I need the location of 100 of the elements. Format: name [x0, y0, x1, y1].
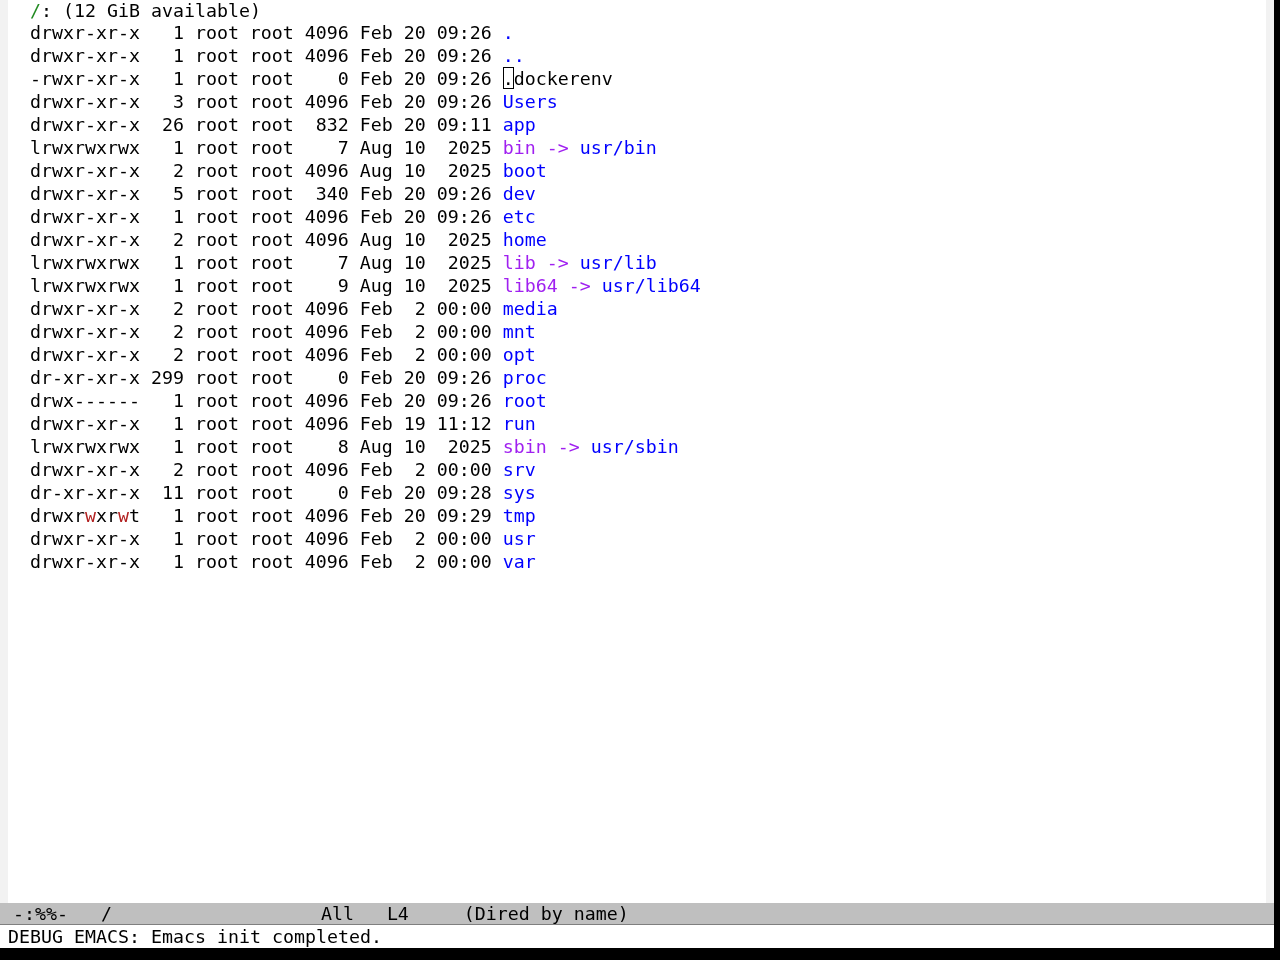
file-size: 4096	[304, 21, 349, 44]
file-size: 4096	[304, 90, 349, 113]
permissions-text: drwxr-xr-x	[30, 44, 140, 67]
directory-name[interactable]: var	[502, 550, 536, 573]
link-count: 2	[172, 320, 184, 343]
link-target[interactable]: usr/lib	[579, 251, 657, 274]
link-target[interactable]: usr/sbin	[590, 435, 679, 458]
file-size: 4096	[304, 320, 349, 343]
owner-name: root	[194, 412, 239, 435]
permissions-text: drwxr-xr-x	[30, 412, 140, 435]
link-count: 11	[161, 481, 184, 504]
permissions-text: lrwxrwxrwx	[30, 435, 140, 458]
mode-line-status: -:%%-	[13, 903, 68, 924]
link-arrow: ->	[546, 251, 569, 274]
modified-date: Feb 20 09:26	[359, 205, 492, 228]
owner-name: root	[194, 205, 239, 228]
group-name: root	[249, 527, 294, 550]
directory-name[interactable]: home	[502, 228, 547, 251]
owner-name: root	[194, 550, 239, 573]
directory-name[interactable]: root	[502, 389, 547, 412]
owner-name: root	[194, 458, 239, 481]
directory-name[interactable]: Users	[502, 90, 558, 113]
file-size: 4096	[304, 458, 349, 481]
symlink-name[interactable]: lib64	[502, 274, 558, 297]
modified-date: Feb 20 09:26	[359, 182, 492, 205]
directory-name[interactable]: sys	[502, 481, 536, 504]
buffer-name[interactable]: /	[100, 903, 112, 924]
owner-name: root	[194, 159, 239, 182]
group-name: root	[249, 90, 294, 113]
file-size: 4096	[304, 343, 349, 366]
directory-name[interactable]: .	[502, 21, 514, 44]
link-count: 26	[161, 113, 184, 136]
permissions-text: dr-xr-xr-x	[30, 366, 140, 389]
directory-name[interactable]: opt	[502, 343, 536, 366]
link-count: 1	[172, 44, 184, 67]
modified-date: Feb 2 00:00	[359, 458, 492, 481]
group-name: root	[249, 136, 294, 159]
directory-name[interactable]: run	[502, 412, 536, 435]
permissions-text: drwxr-xr-x	[30, 458, 140, 481]
file-size: 4096	[304, 159, 349, 182]
group-name: root	[249, 274, 294, 297]
group-name: root	[249, 182, 294, 205]
permissions-text: dr-xr-xr-x	[30, 481, 140, 504]
owner-name: root	[194, 67, 239, 90]
link-count: 1	[172, 389, 184, 412]
group-name: root	[249, 251, 294, 274]
permissions-text: lrwxrwxrwx	[30, 136, 140, 159]
link-count: 1	[172, 21, 184, 44]
file-size: 0	[337, 67, 349, 90]
directory-name[interactable]: app	[502, 113, 536, 136]
link-arrow: ->	[557, 435, 580, 458]
owner-name: root	[194, 21, 239, 44]
owner-name: root	[194, 481, 239, 504]
directory-name[interactable]: boot	[502, 159, 547, 182]
directory-name[interactable]: ..	[502, 44, 525, 67]
group-name: root	[249, 504, 294, 527]
file-size: 4096	[304, 504, 349, 527]
group-name: root	[249, 366, 294, 389]
owner-name: root	[194, 136, 239, 159]
mode-name[interactable]: (Dired by name)	[463, 903, 629, 924]
permissions-text: drwxr-xr-x	[30, 21, 140, 44]
directory-name[interactable]: srv	[502, 458, 536, 481]
directory-name[interactable]: media	[502, 297, 558, 320]
owner-name: root	[194, 251, 239, 274]
link-count: 2	[172, 159, 184, 182]
modified-date: Feb 20 09:29	[359, 504, 492, 527]
symlink-name[interactable]: sbin	[502, 435, 547, 458]
modified-date: Feb 20 09:26	[359, 389, 492, 412]
symlink-name[interactable]: bin	[502, 136, 536, 159]
owner-name: root	[194, 274, 239, 297]
directory-name[interactable]: usr	[502, 527, 536, 550]
owner-name: root	[194, 504, 239, 527]
link-target[interactable]: usr/lib64	[601, 274, 701, 297]
permissions-text: drwxr-xr-x	[30, 320, 140, 343]
owner-name: root	[194, 320, 239, 343]
group-name: root	[249, 205, 294, 228]
directory-name[interactable]: dev	[502, 182, 536, 205]
modified-date: Feb 2 00:00	[359, 297, 492, 320]
directory-name[interactable]: proc	[502, 366, 547, 389]
file-size: 4096	[304, 44, 349, 67]
directory-name[interactable]: tmp	[502, 504, 536, 527]
link-target[interactable]: usr/bin	[579, 136, 657, 159]
permissions-text: drwxrwxrwt	[30, 504, 140, 527]
file-size: 4096	[304, 527, 349, 550]
modified-date: Aug 10 2025	[359, 228, 492, 251]
modified-date: Feb 20 09:28	[359, 481, 492, 504]
permissions-text: lrwxrwxrwx	[30, 274, 140, 297]
modified-date: Feb 20 09:26	[359, 366, 492, 389]
directory-name[interactable]: mnt	[502, 320, 536, 343]
file-size: 4096	[304, 297, 349, 320]
file-size: 4096	[304, 205, 349, 228]
link-count: 1	[172, 527, 184, 550]
modified-date: Aug 10 2025	[359, 435, 492, 458]
symlink-name[interactable]: lib	[502, 251, 536, 274]
file-size: 9	[337, 274, 349, 297]
modified-date: Feb 20 09:26	[359, 67, 492, 90]
directory-name[interactable]: etc	[502, 205, 536, 228]
owner-name: root	[194, 228, 239, 251]
file-size: 4096	[304, 412, 349, 435]
file-size: 4096	[304, 228, 349, 251]
